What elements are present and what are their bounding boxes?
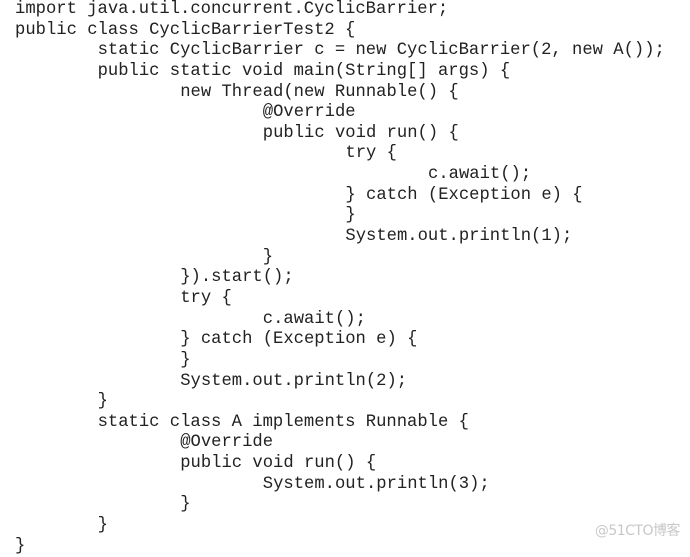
code-line: try { [180, 288, 232, 308]
code-line: } [180, 495, 191, 515]
code-line: c.await(); [262, 309, 366, 329]
code-line: System.out.println(3); [262, 474, 490, 494]
code-line: import java.util.concurrent.CyclicBarrie… [15, 0, 449, 19]
watermark: @51CTO博客 [594, 523, 681, 539]
code-line: @Override [180, 433, 274, 453]
code-line: } [97, 392, 108, 412]
code-line: @Override [262, 103, 356, 123]
code-line: try { [345, 144, 397, 164]
code-line: } [262, 247, 274, 267]
code-line: } [97, 516, 108, 536]
code-line: new Thread(new Runnable() { [180, 82, 459, 102]
code-line: } [180, 350, 191, 370]
code-line: }).start(); [180, 268, 294, 288]
code-line: } catch (Exception e) { [180, 330, 418, 350]
code-line: public void run() { [180, 454, 377, 474]
code-line: static CyclicBarrier c = new CyclicBarri… [97, 41, 665, 61]
code-line: public void run() { [262, 123, 459, 143]
code-line: c.await(); [428, 165, 532, 185]
code-line: public class CyclicBarrierTest2 { [15, 20, 356, 40]
code-line: static class A implements Runnable { [97, 412, 469, 432]
code-line: public static void main(String[] args) { [97, 61, 511, 81]
code-line: } catch (Exception e) { [345, 185, 583, 205]
code-line: System.out.println(2); [180, 371, 408, 391]
code-line: System.out.println(1); [345, 227, 573, 247]
code-block: import java.util.concurrent.CyclicBarrie… [15, 0, 665, 557]
code-line: } [345, 206, 356, 226]
